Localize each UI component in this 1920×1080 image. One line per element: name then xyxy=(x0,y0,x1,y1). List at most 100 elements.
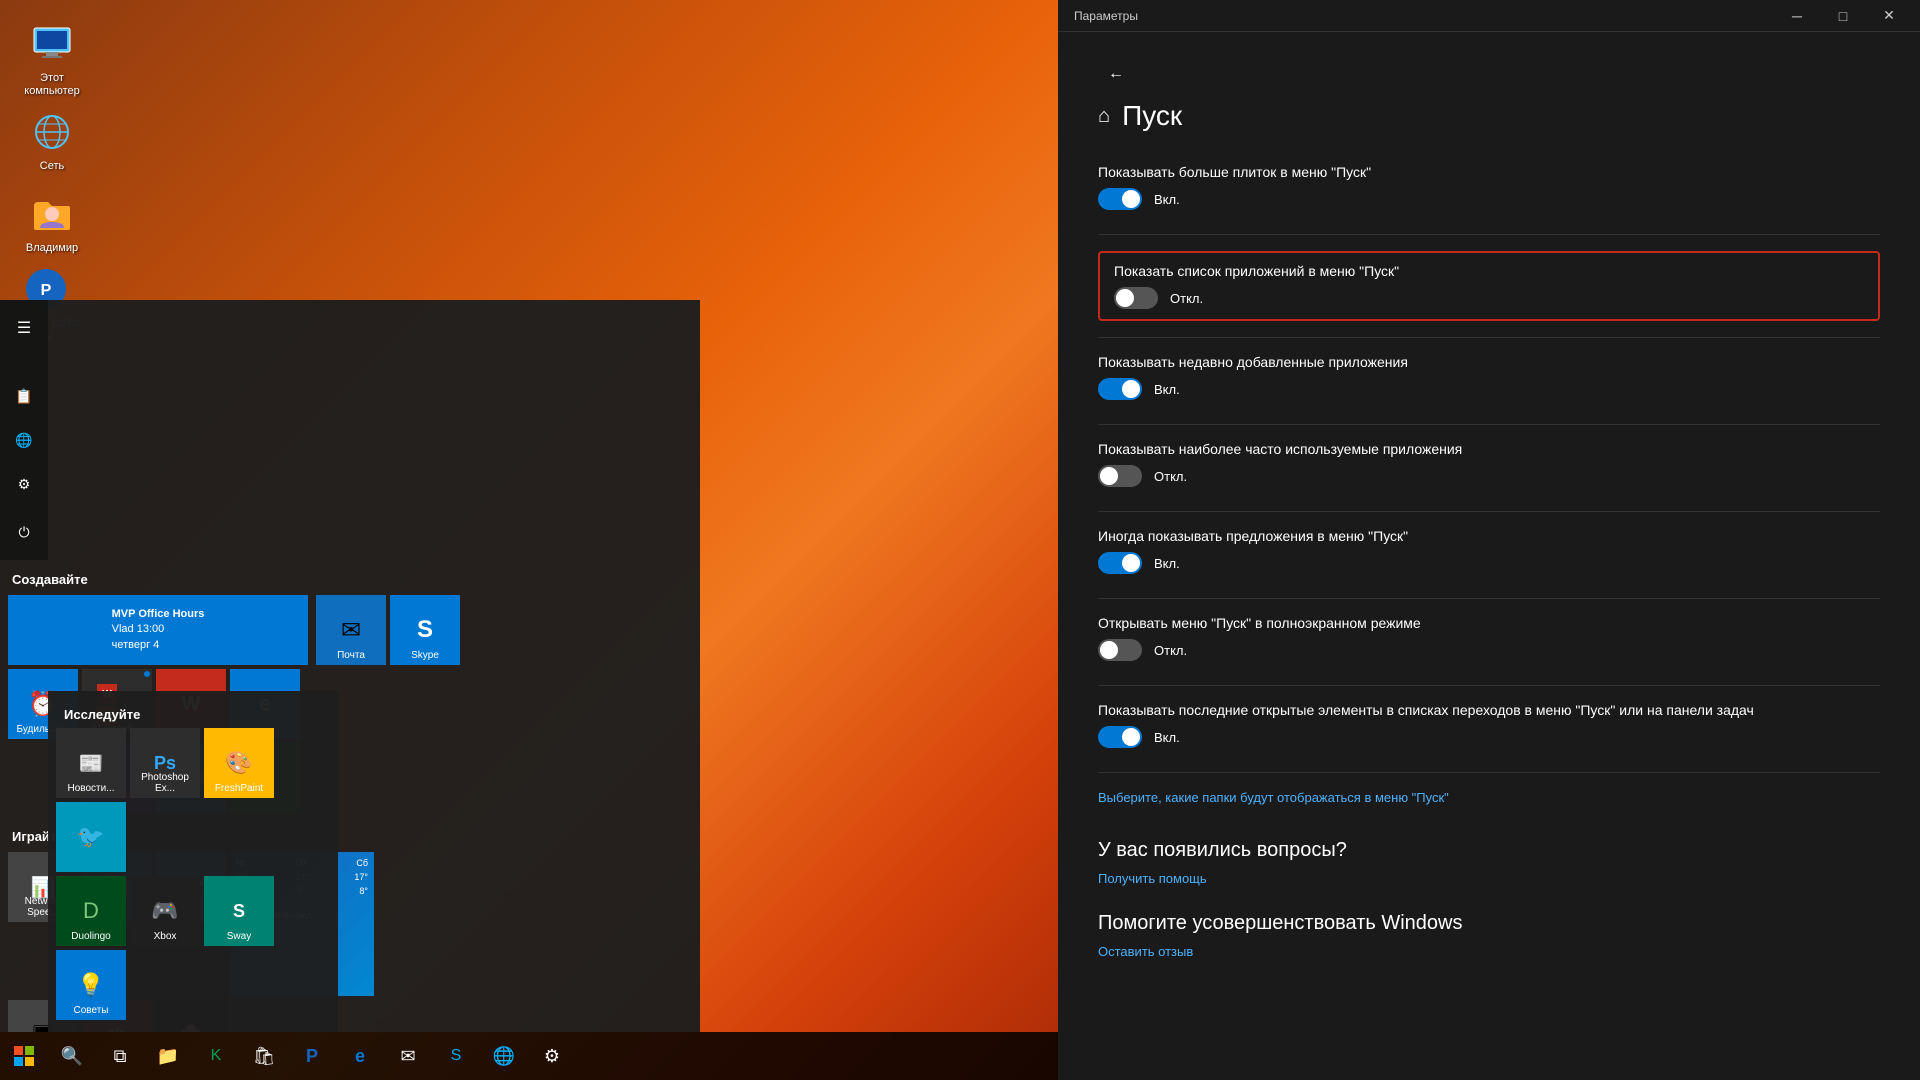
tile-twitter[interactable]: 🐦 xyxy=(56,802,126,872)
search-button[interactable]: 🔍 xyxy=(48,1032,96,1080)
toggle-label-4: Откл. xyxy=(1154,469,1187,484)
setting-title-6: Открывать меню "Пуск" в полноэкранном ре… xyxy=(1098,615,1880,631)
page-title: Пуск xyxy=(1122,100,1182,132)
section-explore-label: Исследуйте xyxy=(48,699,338,728)
store-taskbar[interactable]: 🛍 xyxy=(240,1032,288,1080)
toggle-fullscreen-mode[interactable] xyxy=(1098,639,1142,661)
tile-duolingo[interactable]: D Duolingo xyxy=(56,876,126,946)
get-help-link[interactable]: Получить помощь xyxy=(1098,871,1207,886)
edge-taskbar[interactable]: e xyxy=(336,1032,384,1080)
store-icon: 🛍 xyxy=(253,1046,276,1067)
settings-taskbar[interactable]: ⚙ xyxy=(528,1032,576,1080)
tiles-row-1: MVP Office Hours Vlad 13:00 четверг 4 ✉ … xyxy=(8,595,692,665)
close-button[interactable]: ✕ xyxy=(1866,0,1912,32)
task-view-button[interactable]: ⧉ xyxy=(96,1032,144,1080)
setting-show-suggestions: Иногда показывать предложения в меню "Пу… xyxy=(1098,528,1880,574)
toggle-show-recent-apps[interactable] xyxy=(1098,378,1142,400)
toggle-show-frequent-apps[interactable] xyxy=(1098,465,1142,487)
setting-row-5: Вкл. xyxy=(1098,552,1880,574)
network-task-icon: 🌐 xyxy=(493,1046,515,1067)
tile-xbox[interactable]: 🎮 Xbox xyxy=(130,876,200,946)
toggle-container-2: Откл. xyxy=(1114,287,1203,309)
search-icon: 🔍 xyxy=(61,1046,83,1067)
choose-folders-link[interactable]: Выберите, какие папки будут отображаться… xyxy=(1098,790,1449,805)
feedback-link[interactable]: Оставить отзыв xyxy=(1098,944,1193,959)
mail-task-icon: ✉ xyxy=(400,1046,415,1067)
rail-recent-docs[interactable]: 📋 xyxy=(4,376,44,416)
explore-tiles-row2: D Duolingo 🎮 Xbox S Sway 💡 Советы xyxy=(48,872,338,1024)
skype-taskbar[interactable]: S xyxy=(432,1032,480,1080)
desktop-icon-network[interactable]: Сеть xyxy=(12,108,92,173)
setting-row-1: Вкл. xyxy=(1098,188,1880,210)
setting-title-7: Показывать последние открытые элементы в… xyxy=(1098,702,1880,718)
separator-4 xyxy=(1098,511,1880,512)
toggle-label-6: Откл. xyxy=(1154,643,1187,658)
settings-title: Параметры xyxy=(1074,9,1138,23)
toggle-container-1: Вкл. xyxy=(1098,188,1180,210)
questions-section: У вас появились вопросы? Получить помощь xyxy=(1098,839,1880,888)
tile-mail[interactable]: ✉ Почта xyxy=(316,595,386,665)
settings-content: ← ⌂ Пуск Показывать больше плиток в меню… xyxy=(1058,32,1920,1080)
toggle-show-more-tiles[interactable] xyxy=(1098,188,1142,210)
tile-mvp-office[interactable]: MVP Office Hours Vlad 13:00 четверг 4 xyxy=(8,595,308,665)
setting-title-2: Показать список приложений в меню "Пуск" xyxy=(1114,263,1864,279)
back-button[interactable]: ← xyxy=(1098,56,1134,92)
settings-titlebar: Параметры ─ □ ✕ xyxy=(1058,0,1920,32)
minimize-button[interactable]: ─ xyxy=(1774,0,1820,32)
toggle-show-recent-items[interactable] xyxy=(1098,726,1142,748)
toggle-container-5: Вкл. xyxy=(1098,552,1180,574)
start-button[interactable] xyxy=(0,1032,48,1080)
setting-row-7: Вкл. xyxy=(1098,726,1880,748)
maximize-button[interactable]: □ xyxy=(1820,0,1866,32)
settings-task-icon: ⚙ xyxy=(544,1046,560,1067)
svg-text:P: P xyxy=(41,282,52,299)
rail-settings[interactable]: ⚙ xyxy=(4,464,44,504)
network-taskbar[interactable]: 🌐 xyxy=(480,1032,528,1080)
start-left-rail: ☰ 📋 🌐 ⚙ ⏻ xyxy=(0,300,48,560)
toggle-label-3: Вкл. xyxy=(1154,382,1180,397)
separator-5 xyxy=(1098,598,1880,599)
setting-row-3: Вкл. xyxy=(1098,378,1880,400)
toggle-label-7: Вкл. xyxy=(1154,730,1180,745)
file-explorer-icon: 📁 xyxy=(157,1046,179,1067)
desktop-icon-mycomputer[interactable]: Этот компьютер xyxy=(12,20,92,98)
setting-title-3: Показывать недавно добавленные приложени… xyxy=(1098,354,1880,370)
improve-title: Помогите усовершенствовать Windows xyxy=(1098,912,1880,935)
tile-photoshop[interactable]: Ps Photoshop Ex... xyxy=(130,728,200,798)
tile-freshpaint[interactable]: 🎨 FreshPaint xyxy=(204,728,274,798)
toggle-container-4: Откл. xyxy=(1098,465,1187,487)
separator-1 xyxy=(1098,234,1880,235)
tile-sway[interactable]: S Sway xyxy=(204,876,274,946)
tile-tips[interactable]: 💡 Советы xyxy=(56,950,126,1020)
toggle-show-suggestions[interactable] xyxy=(1098,552,1142,574)
network-label: Сеть xyxy=(40,160,64,173)
file-explorer-taskbar[interactable]: 📁 xyxy=(144,1032,192,1080)
tile-skype[interactable]: S Skype xyxy=(390,595,460,665)
tile-news[interactable]: 📰 Новости... xyxy=(56,728,126,798)
setting-show-app-list-highlighted: Показать список приложений в меню "Пуск"… xyxy=(1098,251,1880,321)
kaspersky-taskbar[interactable]: K xyxy=(192,1032,240,1080)
toggle-label-2: Откл. xyxy=(1170,291,1203,306)
separator-6 xyxy=(1098,685,1880,686)
toggle-label-5: Вкл. xyxy=(1154,556,1180,571)
rail-explore[interactable]: 🌐 xyxy=(4,420,44,460)
skype-task-icon: S xyxy=(451,1047,462,1065)
user-label: Владимир xyxy=(26,242,78,255)
home-icon: ⌂ xyxy=(1098,105,1110,128)
toggle-show-app-list[interactable] xyxy=(1114,287,1158,309)
rail-hamburger[interactable]: ☰ xyxy=(4,308,44,348)
setting-title-5: Иногда показывать предложения в меню "Пу… xyxy=(1098,528,1880,544)
desktop: Этот компьютер Сеть Владимир xyxy=(0,0,1920,1080)
mail-taskbar[interactable]: ✉ xyxy=(384,1032,432,1080)
settings-title-group: Параметры xyxy=(1066,9,1138,23)
questions-title: У вас появились вопросы? xyxy=(1098,839,1880,862)
explore-section: Исследуйте 📰 Новости... Ps Photoshop Ex.… xyxy=(48,691,338,1032)
rail-power[interactable]: ⏻ xyxy=(4,512,44,552)
setting-show-frequent-apps: Показывать наиболее часто используемые п… xyxy=(1098,441,1880,487)
desktop-icon-user[interactable]: Владимир xyxy=(12,190,92,255)
setting-show-recent-apps: Показывать недавно добавленные приложени… xyxy=(1098,354,1880,400)
toggle-container-7: Вкл. xyxy=(1098,726,1180,748)
setting-fullscreen-mode: Открывать меню "Пуск" в полноэкранном ре… xyxy=(1098,615,1880,661)
ptouch-taskbar[interactable]: P xyxy=(288,1032,336,1080)
toggle-label-1: Вкл. xyxy=(1154,192,1180,207)
